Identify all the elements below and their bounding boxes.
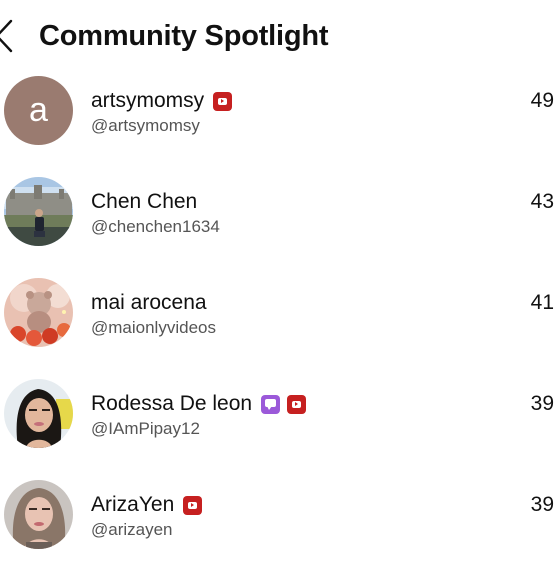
- avatar-letter: a: [4, 76, 73, 145]
- youtube-icon: [287, 394, 307, 414]
- display-name[interactable]: ArizaYen: [91, 492, 174, 518]
- user-row-arizayen[interactable]: ArizaYen @arizayen 39: [0, 476, 560, 577]
- avatar-photo: [4, 379, 73, 448]
- user-count: 41: [530, 291, 554, 314]
- name-line: Rodessa De leon: [91, 391, 307, 417]
- youtube-icon: [183, 495, 203, 515]
- user-handle: @artsymomsy: [91, 116, 200, 135]
- avatar[interactable]: [4, 379, 73, 448]
- user-list: a artsymomsy @artsymomsy 49 Chen Chen @c…: [0, 72, 560, 577]
- name-line: artsymomsy: [91, 88, 233, 114]
- back-button[interactable]: [0, 18, 16, 54]
- user-count: 43: [530, 190, 554, 213]
- name-line: mai arocena: [91, 290, 207, 316]
- avatar[interactable]: [4, 177, 73, 246]
- display-name[interactable]: Rodessa De leon: [91, 391, 252, 417]
- page-title: Community Spotlight: [39, 20, 329, 52]
- avatar[interactable]: [4, 480, 73, 549]
- name-line: Chen Chen: [91, 189, 197, 215]
- user-row-maiarocena[interactable]: mai arocena @maionlyvideos 41: [0, 274, 560, 375]
- avatar-photo: [4, 278, 73, 347]
- user-handle: @arizayen: [91, 520, 173, 539]
- name-line: ArizaYen: [91, 492, 203, 518]
- avatar-photo: [4, 480, 73, 549]
- display-name[interactable]: artsymomsy: [91, 88, 204, 114]
- avatar[interactable]: [4, 278, 73, 347]
- chevron-left-icon: [0, 19, 13, 53]
- user-count: 39: [530, 493, 554, 516]
- user-handle: @maionlyvideos: [91, 318, 216, 337]
- user-handle: @IAmPipay12: [91, 419, 200, 438]
- user-count: 39: [530, 392, 554, 415]
- user-row-artsymomsy[interactable]: a artsymomsy @artsymomsy 49: [0, 72, 560, 173]
- display-name[interactable]: mai arocena: [91, 290, 207, 316]
- avatar-photo: [4, 177, 73, 246]
- user-row-rodessadeleon[interactable]: Rodessa De leon @IAmPipay12 39: [0, 375, 560, 476]
- chat-icon: [261, 394, 281, 414]
- user-row-chenchen[interactable]: Chen Chen @chenchen1634 43: [0, 173, 560, 274]
- user-count: 49: [530, 89, 554, 112]
- page-header: Community Spotlight: [0, 0, 560, 76]
- avatar[interactable]: a: [4, 76, 73, 145]
- display-name[interactable]: Chen Chen: [91, 189, 197, 215]
- youtube-icon: [213, 91, 233, 111]
- user-handle: @chenchen1634: [91, 217, 220, 236]
